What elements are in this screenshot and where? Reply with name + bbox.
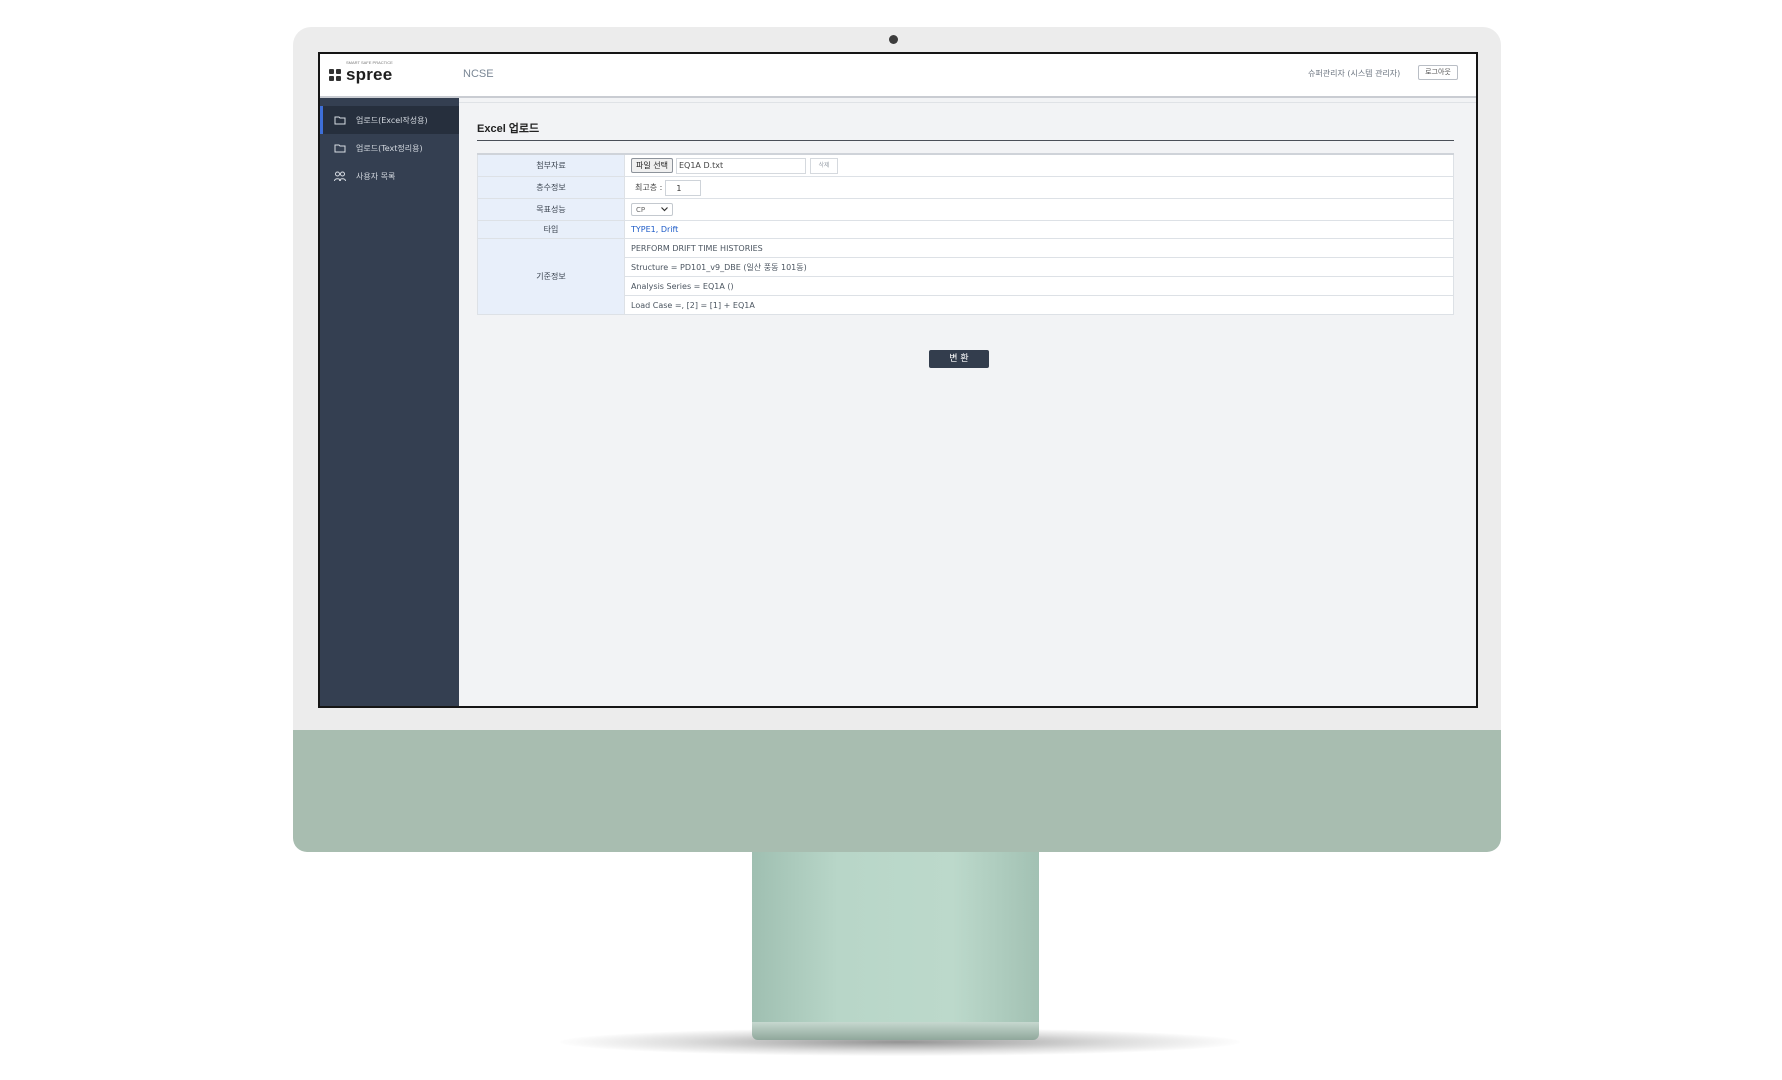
selected-option: CP (636, 205, 646, 214)
sidebar-item-label: 사용자 목록 (356, 171, 396, 181)
folder-icon (334, 115, 346, 125)
attachment-label: 첨부자료 (477, 153, 625, 177)
title-divider (477, 140, 1454, 141)
app-screen: spree SMART SAFE PRACTICE NCSE 슈퍼관리자 (시스… (318, 52, 1478, 708)
top-floor-input[interactable]: 1 (665, 179, 702, 196)
top-bar: spree SMART SAFE PRACTICE NCSE 슈퍼관리자 (시스… (320, 54, 1476, 98)
logo-text: spree (346, 65, 393, 84)
type-row: 타입 TYPE1, Drift (477, 220, 1454, 239)
sidebar-item-label: 업로드(Excel작성용) (356, 115, 428, 125)
delete-file-button[interactable]: 삭제 (809, 157, 838, 174)
divider (459, 102, 1476, 103)
convert-button[interactable]: 변 환 (929, 350, 989, 368)
spree-logo[interactable]: spree SMART SAFE PRACTICE (329, 60, 393, 87)
target-performance-label: 목표성능 (477, 198, 625, 221)
file-name-field[interactable]: EQ1A D.txt (675, 157, 806, 174)
base-info-line: Load Case =, [2] = [1] + EQ1A (624, 295, 1454, 315)
upload-form-table: 첨부자료 파일 선택 EQ1A D.txt 삭제 층수정보 최고층 : 1 목표… (477, 153, 1454, 315)
file-select-button[interactable]: 파일 선택 (631, 158, 673, 173)
type-value: TYPE1, Drift (631, 225, 679, 234)
main-content: Excel 업로드 첨부자료 파일 선택 EQ1A D.txt 삭제 층수정보 … (459, 98, 1476, 706)
logout-button[interactable]: 로그아웃 (1418, 65, 1458, 80)
type-label: 타입 (477, 220, 625, 239)
users-icon (334, 171, 346, 181)
top-floor-label: 최고층 : (635, 183, 663, 192)
sidebar-item-excel-upload[interactable]: 업로드(Excel작성용) (320, 106, 459, 134)
logo-tagline: SMART SAFE PRACTICE (346, 60, 393, 65)
logo-mark-icon (329, 68, 342, 82)
target-performance-select[interactable]: CP (631, 203, 673, 216)
monitor-stand (752, 852, 1039, 1030)
page-title: Excel 업로드 (477, 123, 540, 135)
target-performance-row: 목표성능 CP (477, 198, 1454, 221)
webcam-icon (889, 35, 898, 44)
base-info-row: 기준정보 PERFORM DRIFT TIME HISTORIES (477, 238, 1454, 315)
floor-info-row: 층수정보 최고층 : 1 (477, 176, 1454, 199)
monitor-stand-base (752, 1022, 1039, 1040)
folder-icon (334, 143, 346, 153)
sidebar: 업로드(Excel작성용) 업로드(Text정리용) 사용자 목록 (320, 98, 459, 706)
sidebar-item-label: 업로드(Text정리용) (356, 143, 423, 153)
floor-info-label: 층수정보 (477, 176, 625, 199)
file-input-group: 파일 선택 EQ1A D.txt 삭제 (631, 157, 1453, 174)
base-info-label: 기준정보 (477, 238, 625, 315)
user-name: 슈퍼관리자 (시스템 관리자) (1308, 69, 1401, 78)
base-info-line: PERFORM DRIFT TIME HISTORIES (624, 238, 1454, 258)
app-name: NCSE (463, 68, 494, 80)
monitor-chin (293, 730, 1501, 852)
sidebar-item-text-upload[interactable]: 업로드(Text정리용) (320, 134, 459, 162)
sidebar-item-user-list[interactable]: 사용자 목록 (320, 162, 459, 190)
base-info-line: Structure = PD101_v9_DBE (일산 풍동 101동) (624, 257, 1454, 277)
attachment-row: 첨부자료 파일 선택 EQ1A D.txt 삭제 (477, 153, 1454, 177)
base-info-line: Analysis Series = EQ1A () (624, 276, 1454, 296)
chevron-down-icon (661, 206, 668, 214)
